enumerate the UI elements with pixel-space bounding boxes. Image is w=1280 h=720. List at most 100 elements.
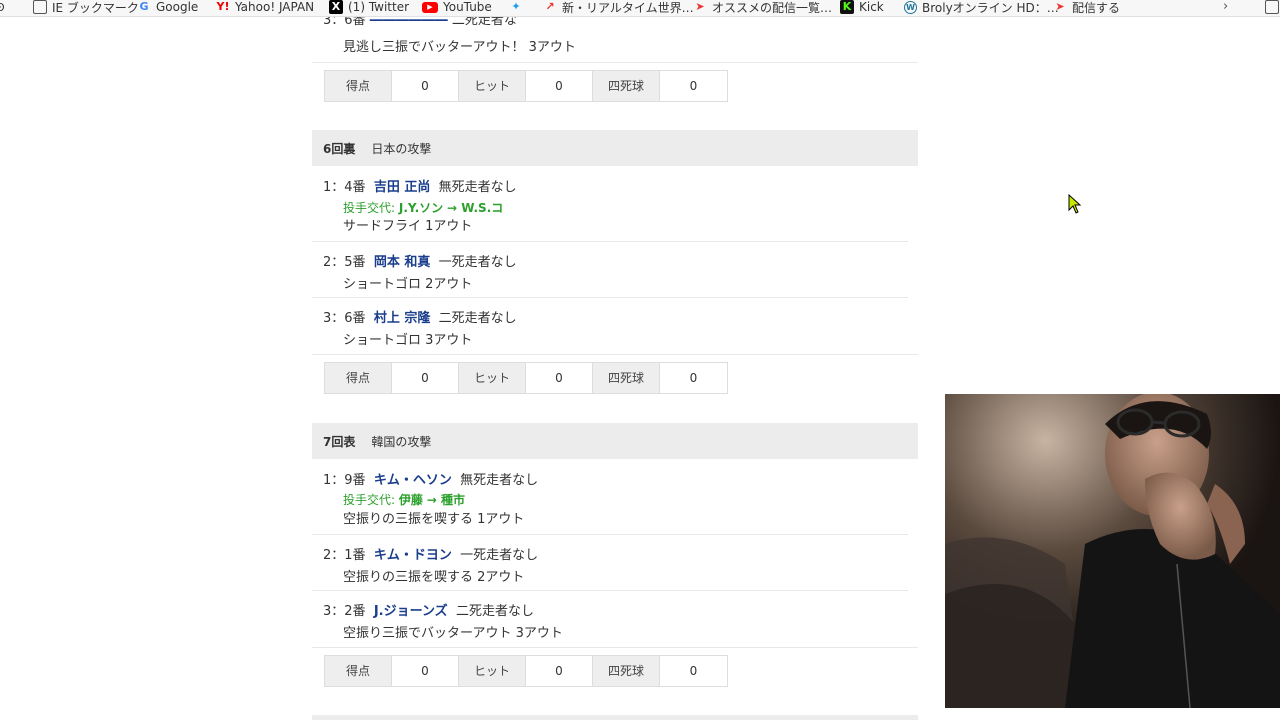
team-attack-label: 日本の攻撃 bbox=[371, 141, 432, 156]
bookmark-yahoo[interactable]: Y! Yahoo! JAPAN bbox=[216, 0, 315, 15]
runner-situation: 一死走者なし bbox=[438, 255, 517, 270]
divider bbox=[312, 241, 908, 242]
bookmark-stream[interactable]: ➤ 配信する bbox=[1053, 0, 1120, 15]
cut-off-play-header: 3：6番 ―――――― 二死走者なし bbox=[323, 17, 517, 28]
batting-order: 3：2番 bbox=[323, 604, 366, 619]
batting-order: 1：4番 bbox=[323, 180, 366, 195]
divider bbox=[312, 590, 908, 591]
divider bbox=[312, 354, 918, 355]
walks-value: 0 bbox=[660, 656, 727, 686]
mouse-cursor-icon bbox=[1068, 194, 1082, 214]
bookmark-label: Google bbox=[156, 0, 199, 14]
hits-value: 0 bbox=[526, 656, 593, 686]
batting-order: 2：1番 bbox=[323, 548, 366, 563]
bookmark-twitter[interactable]: X (1) Twitter bbox=[329, 0, 409, 15]
bookmarks-bar: ʘ IE ブックマーク G Google Y! Yahoo! JAPAN X (… bbox=[0, 0, 1280, 17]
player-link[interactable]: 岡本 和真 bbox=[374, 255, 431, 270]
runner-situation: 一死走者なし bbox=[460, 548, 539, 563]
x-icon: X bbox=[329, 0, 343, 14]
play-header: 2：5番 岡本 和真 一死走者なし bbox=[323, 251, 517, 270]
bookmark-label: Yahoo! JAPAN bbox=[235, 0, 315, 14]
play-header: 1：4番 吉田 正尚 無死走者なし bbox=[323, 176, 517, 195]
bookmark-recommended-streams[interactable]: ➤ オススメの配信一覧… bbox=[693, 0, 832, 15]
next-inning-header bbox=[312, 715, 918, 720]
bookmark-label: YouTube bbox=[443, 0, 492, 14]
play-result: 空振りの三振を喫する 2アウト bbox=[343, 570, 525, 585]
inning-header: 6回裏 日本の攻撃 bbox=[312, 130, 918, 166]
walks-label: 四死球 bbox=[593, 71, 660, 101]
bookmark-youtube[interactable]: ▶ YouTube bbox=[422, 0, 492, 15]
folder-icon bbox=[33, 0, 47, 14]
walks-value: 0 bbox=[660, 363, 727, 393]
hits-value: 0 bbox=[526, 363, 593, 393]
score-value: 0 bbox=[392, 363, 459, 393]
chart-icon: ↗ bbox=[545, 0, 555, 13]
play-header: 1：9番 キム・ヘソン 無死走者なし bbox=[323, 469, 538, 488]
other-bookmarks-folder[interactable] bbox=[1265, 0, 1279, 15]
partial-icon: ʘ bbox=[0, 0, 5, 15]
divider bbox=[312, 297, 908, 298]
inning-stats: 得点 0 ヒット 0 四死球 0 bbox=[324, 70, 728, 102]
runner-situation: 二死走者なし bbox=[438, 311, 517, 326]
wordpress-icon: W bbox=[904, 0, 917, 14]
inning-label: 7回表 bbox=[323, 434, 356, 449]
batting-order: 2：5番 bbox=[323, 255, 366, 270]
walks-label: 四死球 bbox=[593, 363, 660, 393]
play-result: ショートゴロ 2アウト bbox=[343, 277, 473, 292]
pitcher-to: → W.S.コ bbox=[447, 201, 504, 215]
bookmark-label: (1) Twitter bbox=[348, 0, 410, 14]
hits-label: ヒット bbox=[459, 363, 526, 393]
pitcher-change-label: 投手交代: bbox=[343, 201, 396, 215]
google-icon: G bbox=[139, 0, 149, 13]
player-link[interactable]: キム・ドヨン bbox=[374, 548, 452, 563]
hits-label: ヒット bbox=[459, 71, 526, 101]
player-link[interactable]: 村上 宗隆 bbox=[374, 311, 431, 326]
player-link[interactable]: 吉田 正尚 bbox=[374, 180, 431, 195]
walks-value: 0 bbox=[660, 71, 727, 101]
bookmark-broly-online[interactable]: W Brolyオンライン HD：… bbox=[904, 0, 1059, 15]
bookmark-label: Kick bbox=[859, 0, 884, 14]
walks-label: 四死球 bbox=[593, 656, 660, 686]
play-result: 見逃し三振でバッターアウト！ 3アウト bbox=[343, 40, 576, 55]
bookmark-kick[interactable]: K Kick bbox=[840, 0, 884, 15]
twitter-bird-icon: ✦ bbox=[511, 0, 521, 13]
runner-situation: 無死走者なし bbox=[438, 180, 517, 195]
inning-label: 6回裏 bbox=[323, 141, 356, 156]
play-result: 空振り三振でバッターアウト 3アウト bbox=[343, 626, 563, 641]
inning-header: 7回表 韓国の攻撃 bbox=[312, 423, 918, 459]
yahoo-icon: Y! bbox=[216, 0, 230, 13]
score-label: 得点 bbox=[325, 71, 392, 101]
play-result: ショートゴロ 3アウト bbox=[343, 333, 473, 348]
team-attack-label: 韓国の攻撃 bbox=[371, 434, 432, 449]
hits-label: ヒット bbox=[459, 656, 526, 686]
bookmark-twitter-bird[interactable]: ✦ bbox=[509, 0, 523, 15]
play-header: 3：2番 J.ジョーンズ 二死走者なし bbox=[323, 600, 534, 619]
chevron-right-icon[interactable]: › bbox=[1223, 0, 1228, 14]
divider bbox=[312, 62, 918, 63]
bookmark-label: オススメの配信一覧… bbox=[712, 0, 833, 15]
runner-situation: 二死走者なし bbox=[455, 604, 534, 619]
kick-icon: K bbox=[840, 0, 854, 14]
inning-stats: 得点 0 ヒット 0 四死球 0 bbox=[324, 362, 728, 394]
stream-icon: ➤ bbox=[1055, 0, 1065, 13]
webcam-overlay bbox=[945, 394, 1280, 708]
pitcher-change: 投手交代: 伊藤 → 種市 bbox=[343, 491, 465, 508]
bookmark-label: 配信する bbox=[1072, 0, 1121, 15]
divider bbox=[312, 647, 918, 648]
play-result: 空振りの三振を喫する 1アウト bbox=[343, 512, 525, 527]
player-link[interactable]: キム・ヘソン bbox=[374, 473, 452, 488]
bookmark-google[interactable]: G Google bbox=[137, 0, 198, 15]
play-header: 3：6番 村上 宗隆 二死走者なし bbox=[323, 307, 517, 326]
streamer-video-feed bbox=[945, 394, 1280, 708]
runner-situation: 無死走者なし bbox=[460, 473, 539, 488]
player-link[interactable]: J.ジョーンズ bbox=[374, 604, 448, 619]
bookmark-ie-favorites[interactable]: IE ブックマーク bbox=[33, 0, 139, 15]
bookmark-label: Brolyオンライン HD：… bbox=[922, 0, 1059, 15]
bookmark-label: IE ブックマーク bbox=[52, 0, 139, 15]
score-value: 0 bbox=[392, 71, 459, 101]
folder-icon bbox=[1265, 0, 1279, 14]
play-header: 2：1番 キム・ドヨン 一死走者なし bbox=[323, 544, 538, 563]
stream-icon: ➤ bbox=[695, 0, 705, 13]
bookmark-realtime-world[interactable]: ↗ 新・リアルタイム世界… bbox=[543, 0, 693, 15]
score-label: 得点 bbox=[325, 363, 392, 393]
